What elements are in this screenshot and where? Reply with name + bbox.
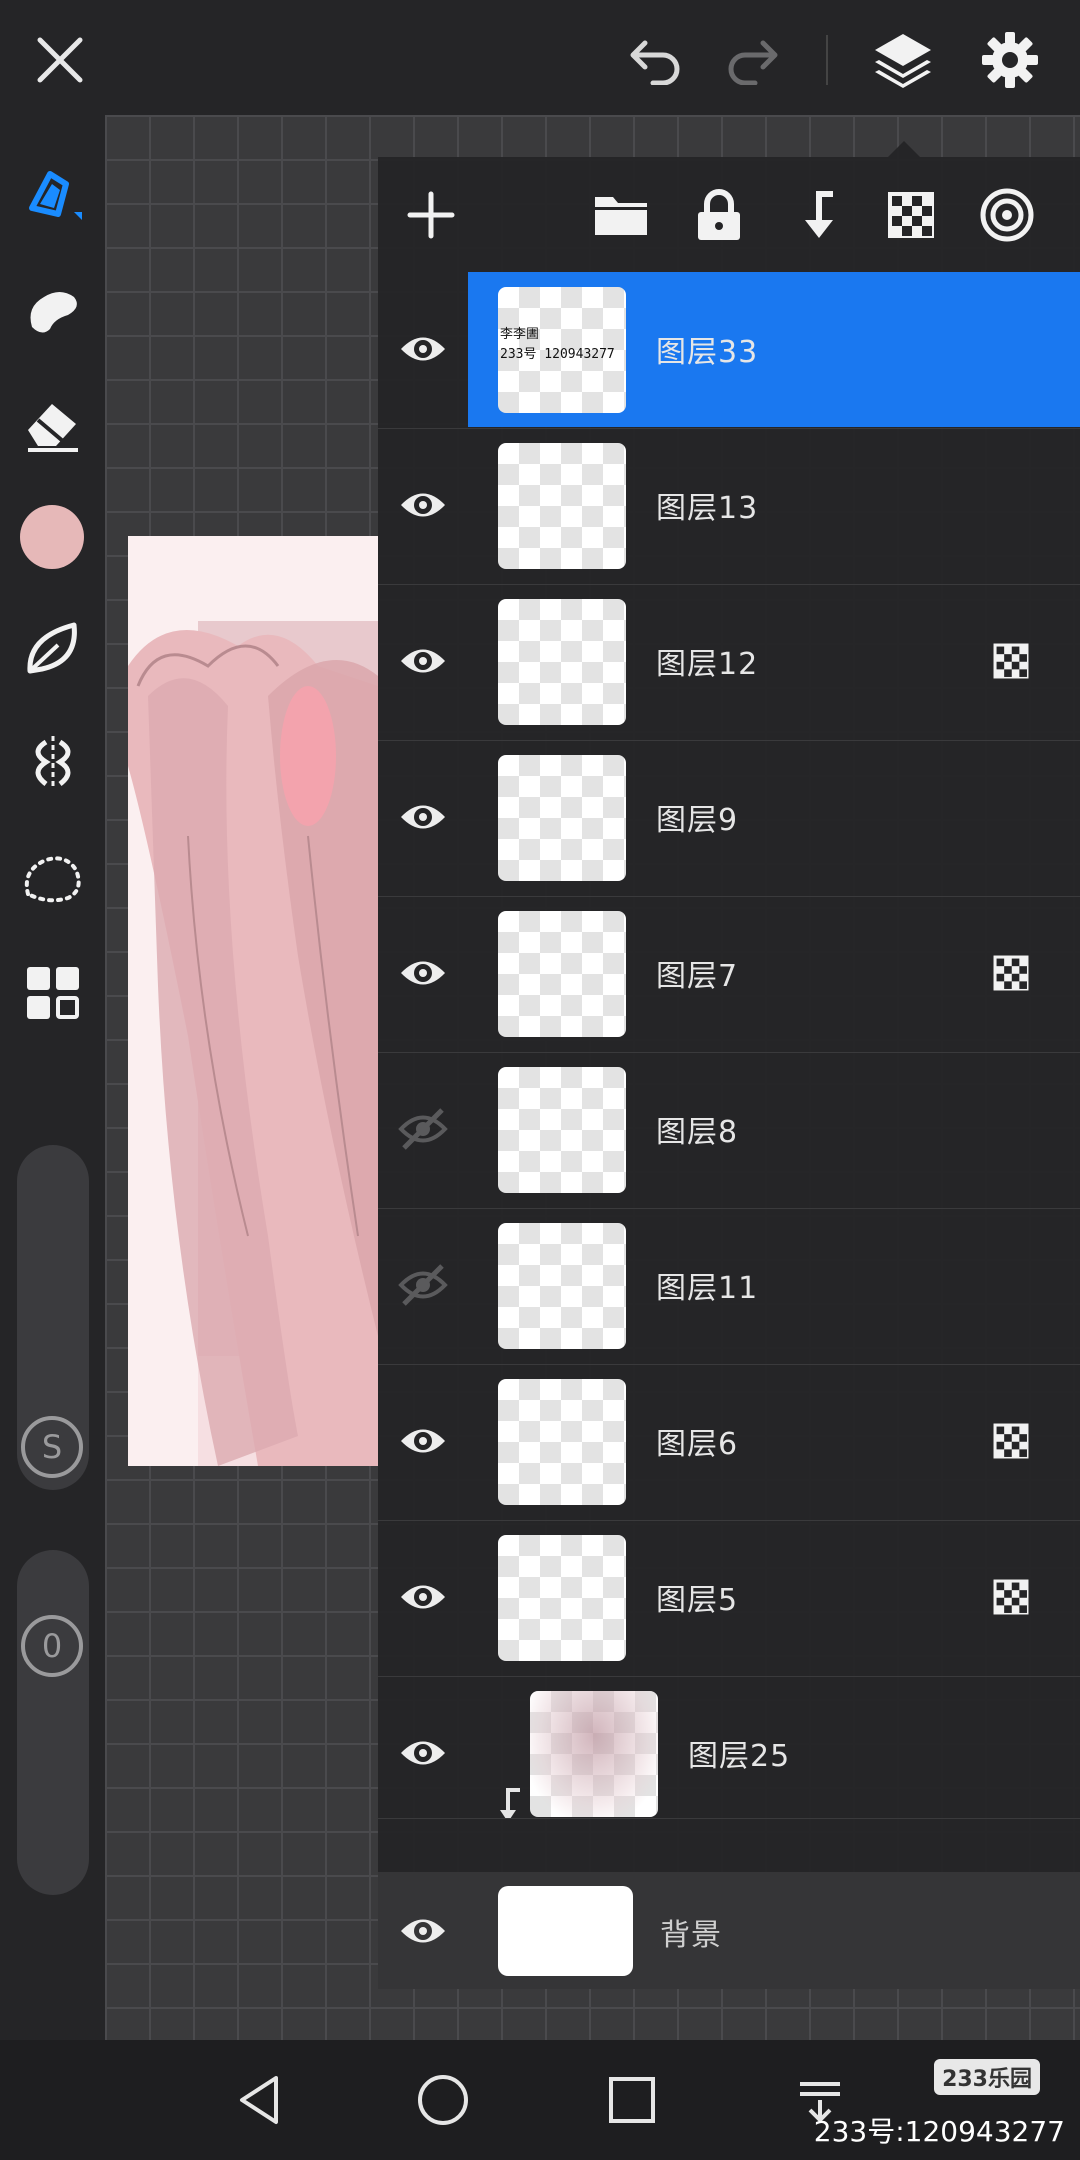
layer-name: 图层12 (656, 647, 759, 682)
layer-thumbnail (498, 1379, 626, 1505)
panel-pointer (888, 141, 920, 157)
visibility-hidden-icon[interactable] (398, 1104, 448, 1154)
background-thumbnail (498, 1886, 633, 1976)
add-layer-icon[interactable] (398, 182, 464, 248)
visibility-eye-icon[interactable] (398, 636, 448, 686)
layer-thumbnail: 李李圕 233号 120943277 (498, 287, 626, 413)
layer-thumbnail (498, 755, 626, 881)
layer-name: 图层25 (688, 1739, 791, 1774)
folder-icon[interactable] (588, 182, 654, 248)
layer-row[interactable]: 图层5 (378, 1520, 1080, 1677)
smudge-tool-icon[interactable] (15, 270, 90, 345)
watermark-logo: 233乐园 (934, 2059, 1040, 2095)
layer-thumbnail (498, 911, 626, 1037)
alpha-lock-icon[interactable] (992, 954, 1030, 992)
opacity-slider[interactable]: 0 (17, 1550, 89, 1895)
grid-menu-icon[interactable] (15, 955, 90, 1030)
layer-name: 图层33 (656, 335, 759, 370)
layer-thumbnail (498, 1535, 626, 1661)
layer-thumbnail (498, 1067, 626, 1193)
brush-size-slider[interactable]: S (17, 1145, 89, 1490)
back-nav-icon[interactable] (220, 2060, 300, 2140)
layer-name: 图层5 (656, 1583, 739, 1618)
layer-name: 图层11 (656, 1271, 759, 1306)
symmetry-tool-icon[interactable] (15, 725, 90, 800)
undo-icon[interactable] (620, 25, 690, 95)
artwork-canvas[interactable] (128, 536, 378, 1466)
layer-row[interactable]: 图层9 (378, 740, 1080, 897)
layer-thumbnail (498, 443, 626, 569)
clipping-arrow-icon (496, 1786, 526, 1818)
layer-row[interactable]: 图层13 (378, 428, 1080, 585)
visibility-eye-icon[interactable] (398, 1728, 448, 1778)
visibility-eye-icon[interactable] (398, 792, 448, 842)
size-indicator: S (21, 1416, 83, 1478)
color-swatch[interactable] (20, 505, 84, 569)
layer-row[interactable]: 图层8 (378, 1052, 1080, 1209)
layers-panel-header (378, 157, 1080, 272)
visibility-hidden-icon[interactable] (398, 1260, 448, 1310)
visibility-eye-icon[interactable] (398, 324, 448, 374)
lock-icon[interactable] (686, 182, 752, 248)
top-bar (0, 0, 1080, 115)
layer-row[interactable]: 图层6 (378, 1364, 1080, 1521)
alpha-lock-icon[interactable] (992, 642, 1030, 680)
layer-thumbnail-text: 李李圕 233号 120943277 (500, 327, 615, 362)
visibility-eye-icon[interactable] (398, 480, 448, 530)
visibility-eye-icon[interactable] (398, 1416, 448, 1466)
redo-icon[interactable] (718, 25, 788, 95)
divider (826, 35, 828, 85)
leaf-tool-icon[interactable] (15, 610, 90, 685)
layer-row[interactable]: 图层25 (378, 1676, 1080, 1819)
layer-row[interactable]: 图层11 (378, 1208, 1080, 1365)
target-icon[interactable] (974, 182, 1040, 248)
layer-name: 图层7 (656, 959, 739, 994)
layer-thumbnail-art (530, 1691, 658, 1817)
opacity-value: 0 (41, 1627, 63, 1665)
visibility-eye-icon[interactable] (398, 948, 448, 998)
close-icon[interactable] (25, 25, 95, 95)
layer-name: 图层13 (656, 491, 759, 526)
layer-name: 图层6 (656, 1427, 739, 1462)
alpha-lock-icon[interactable] (992, 1578, 1030, 1616)
home-nav-icon[interactable] (403, 2060, 483, 2140)
visibility-eye-icon[interactable] (398, 1572, 448, 1622)
background-layer-name: 背景 (660, 1918, 722, 1953)
watermark-text: 233号:120943277 (813, 2115, 1065, 2148)
merge-down-icon[interactable] (783, 182, 849, 248)
brush-tool-icon[interactable] (15, 155, 90, 230)
layer-thumbnail (530, 1691, 658, 1817)
layer-name: 图层9 (656, 803, 739, 838)
eraser-tool-icon[interactable] (15, 385, 90, 460)
system-nav-bar: 233乐园 233号:120943277 (0, 2040, 1080, 2160)
lasso-select-icon[interactable] (15, 840, 90, 915)
recents-nav-icon[interactable] (592, 2060, 672, 2140)
visibility-eye-icon[interactable] (398, 1906, 448, 1956)
size-value: S (41, 1428, 63, 1466)
layers-panel: 李李圕 233号 120943277 图层33 图层13 图层12 图层9 图层7 图层8 图… (378, 141, 1080, 1989)
layer-thumbnail (498, 599, 626, 725)
layer-thumbnail (498, 1223, 626, 1349)
background-layer-row[interactable]: 背景 (378, 1872, 1080, 1989)
alpha-lock-icon[interactable] (878, 182, 944, 248)
layer-row[interactable]: 李李圕 233号 120943277 图层33 (378, 272, 1080, 429)
layer-name: 图层8 (656, 1115, 739, 1150)
layer-row[interactable]: 图层12 (378, 584, 1080, 741)
left-toolbar: S 0 (0, 115, 105, 2040)
gear-icon[interactable] (972, 22, 1048, 98)
opacity-indicator: 0 (21, 1615, 83, 1677)
alpha-lock-icon[interactable] (992, 1422, 1030, 1460)
layer-row[interactable]: 图层7 (378, 896, 1080, 1053)
layers-icon[interactable] (865, 22, 941, 98)
